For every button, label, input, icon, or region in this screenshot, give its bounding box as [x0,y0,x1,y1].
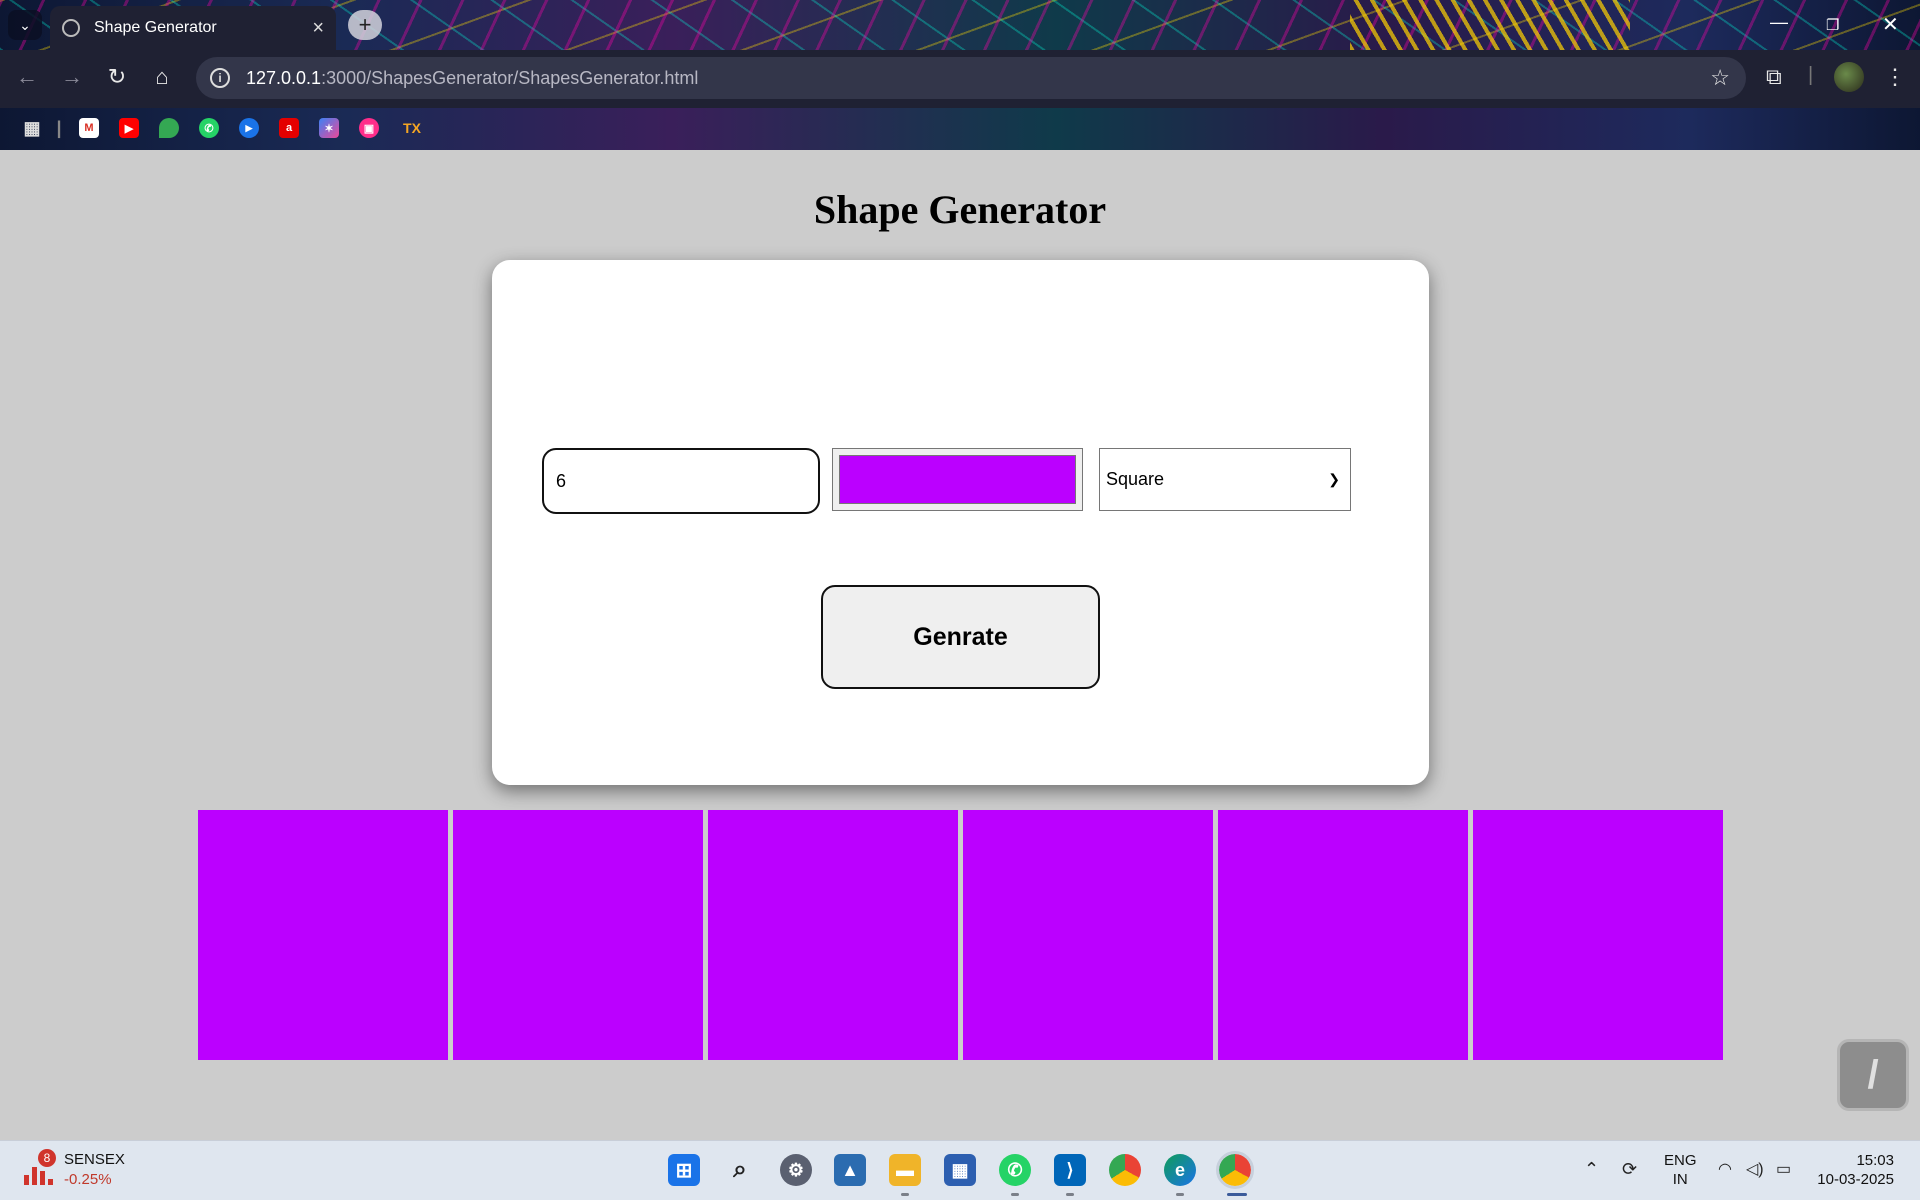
color-swatch [839,455,1076,504]
airtel-icon[interactable]: a [279,118,299,138]
generated-square [453,810,703,1060]
url-host: 127.0.0.1 [246,67,322,88]
shape-count-input[interactable] [542,448,820,514]
clock[interactable]: 15:03 10-03-2025 [1814,1151,1894,1189]
tab-search-button[interactable]: ⌄ [8,10,42,40]
lang-line-2: IN [1672,1171,1688,1188]
maps-icon[interactable] [159,118,179,138]
app-icon[interactable]: ✶ [319,118,339,138]
forward-icon[interactable]: → [57,64,87,90]
home-icon[interactable]: ⌂ [147,64,177,90]
browser-theme-art-accent [1350,0,1630,50]
browser-toolbar: ← → ↻ ⌂ i 127.0.0.1 :3000/ShapesGenerato… [0,50,1920,108]
active-indicator [1227,1193,1247,1196]
profile-avatar[interactable] [1834,62,1864,92]
clock-time: 15:03 [1856,1152,1894,1169]
tab-title: Shape Generator [94,19,217,36]
bookmark-star-icon[interactable]: ☆ [1710,65,1730,91]
apps-grid-icon[interactable]: ▦ [22,118,42,138]
page-title: Shape Generator [813,187,1107,232]
whatsapp-icon[interactable]: ✆ [199,118,219,138]
address-bar[interactable]: i 127.0.0.1 :3000/ShapesGenerator/Shapes… [196,57,1746,99]
generate-button[interactable]: Genrate [821,585,1100,689]
settings-gear-icon[interactable]: ⚙ [780,1154,812,1186]
extensions-icon[interactable]: ⧉ [1766,64,1782,90]
browser-tab[interactable]: Shape Generator × [50,6,336,50]
volume-icon[interactable]: ◁) [1746,1159,1764,1179]
photos-icon[interactable]: ▲ [834,1154,866,1186]
shape-type-select[interactable]: Square ❯ [1099,448,1351,511]
store-icon[interactable]: ▣ [359,118,379,138]
generated-square [1218,810,1468,1060]
search-icon[interactable]: ⌕ [724,1154,756,1186]
page-content: Shape Generator Square ❯ Genrate / [0,150,1920,1140]
running-indicator [901,1193,909,1196]
edge-icon[interactable]: e [1164,1154,1196,1186]
tx-bookmark[interactable]: TX [399,118,425,138]
bookmarks-bar: ▦ | M ▶ ✆ ▶ a ✶ ▣ TX [0,108,1920,150]
generated-square [963,810,1213,1060]
new-tab-button[interactable]: + [348,10,382,40]
clock-date: 10-03-2025 [1817,1171,1894,1188]
site-info-icon[interactable]: i [210,68,230,88]
reload-icon[interactable]: ↻ [102,64,132,90]
generated-shapes [198,810,1724,1061]
generated-square [708,810,958,1060]
url-path: :3000/ShapesGenerator/ShapesGenerator.ht… [321,67,699,88]
battery-icon[interactable]: ▭ [1776,1159,1791,1179]
generated-square [1473,810,1723,1060]
color-picker[interactable] [832,448,1083,511]
stock-change: -0.25% [64,1171,112,1188]
vscode-icon[interactable]: ⟩ [1054,1154,1086,1186]
browser-chrome: ⌄ Shape Generator × + — ❐ ✕ ← → ↻ ⌂ i 12… [0,0,1920,150]
whatsapp-taskbar-icon[interactable]: ✆ [999,1154,1031,1186]
globe-icon [62,19,80,37]
sync-icon[interactable]: ⟳ [1622,1159,1637,1180]
video-icon[interactable]: ▶ [239,118,259,138]
shape-type-selected: Square [1106,469,1165,489]
running-indicator [1011,1193,1019,1196]
file-explorer-icon[interactable]: ▬ [889,1154,921,1186]
windows-start-icon[interactable]: ⊞ [668,1154,700,1186]
running-indicator [1176,1193,1184,1196]
chevron-down-icon: ❯ [1328,471,1340,487]
running-indicator [1066,1193,1074,1196]
back-icon[interactable]: ← [12,64,42,90]
restore-icon[interactable]: ❐ [1826,16,1839,34]
microsoft-store-icon[interactable]: ▦ [944,1154,976,1186]
windows-taskbar: 8 SENSEX -0.25% ⊞ ⌕ ⚙ ▲ ▬ ▦ ✆ ⟩ e ⌃ ⟳ EN… [0,1140,1920,1200]
chrome-profile-icon[interactable] [1216,1151,1254,1189]
wifi-icon[interactable]: ◠ [1718,1159,1732,1179]
controls-card: Square ❯ Genrate [492,260,1429,785]
generated-square [198,810,448,1060]
bookmarks-divider: | [56,117,62,138]
floating-app-icon[interactable]: / [1837,1039,1909,1111]
minimize-icon[interactable]: — [1770,12,1788,33]
close-window-icon[interactable]: ✕ [1882,12,1899,37]
toolbar-divider: | [1808,64,1814,86]
language-indicator[interactable]: ENG IN [1664,1151,1697,1189]
youtube-icon[interactable]: ▶ [119,118,139,138]
tray-overflow-icon[interactable]: ⌃ [1584,1159,1599,1180]
lang-line-1: ENG [1664,1152,1697,1169]
notification-badge: 8 [38,1149,56,1167]
browser-menu-icon[interactable]: ⋮ [1884,64,1906,90]
chrome-icon[interactable] [1109,1154,1141,1186]
gmail-icon[interactable]: M [79,118,99,138]
tab-close-icon[interactable]: × [312,17,324,40]
stock-name[interactable]: SENSEX [64,1151,125,1168]
